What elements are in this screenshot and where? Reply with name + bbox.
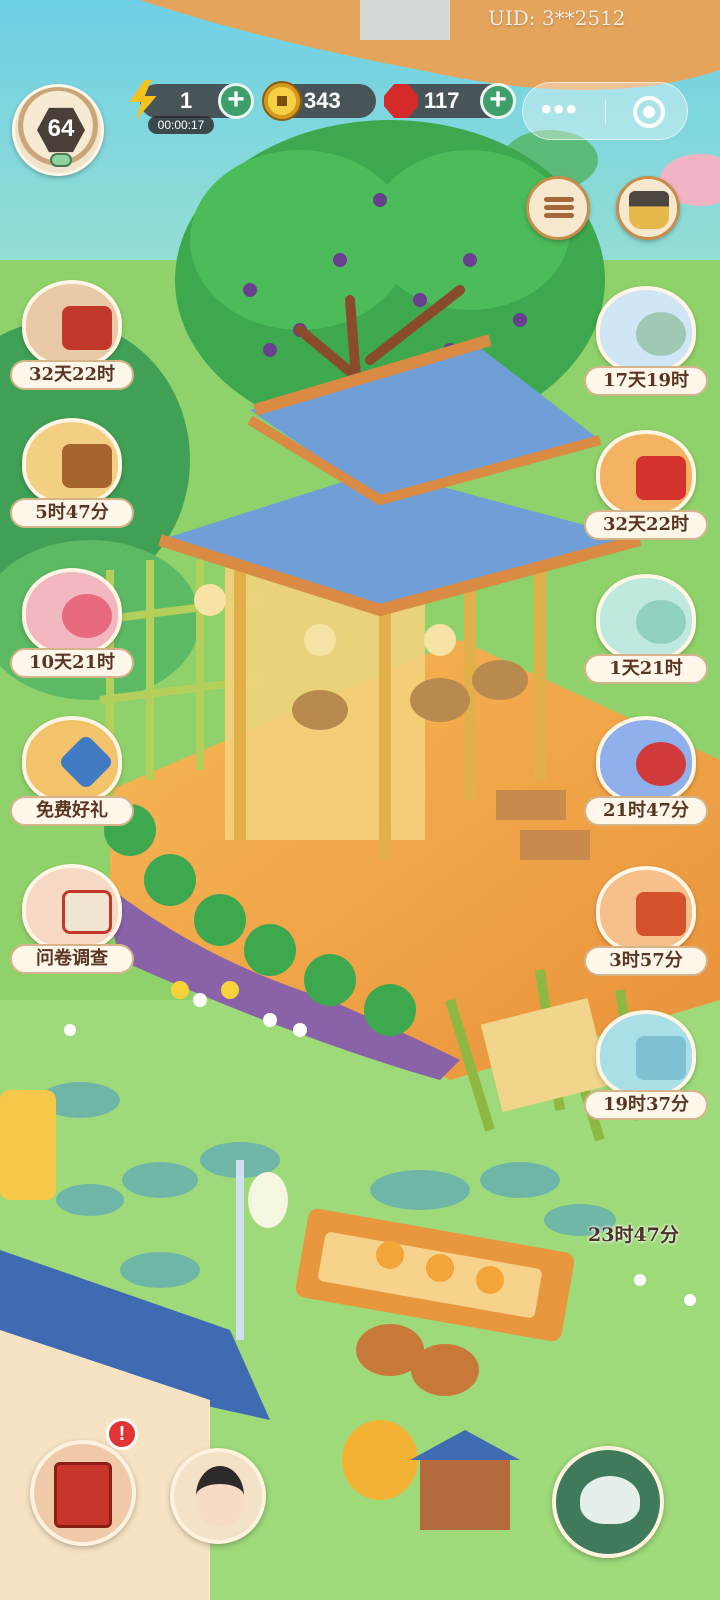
ruby-value: 117: [424, 88, 460, 113]
task-list-button[interactable]: [526, 176, 590, 240]
add-energy-button[interactable]: +: [218, 83, 254, 119]
event-peony-fan[interactable]: 10天21时: [10, 568, 138, 688]
event-cat-gift[interactable]: 19时37分: [584, 1010, 712, 1130]
event-survey-label: 问卷调查: [10, 944, 134, 974]
event-art: [22, 716, 122, 804]
event-timer-label: 5时47分: [10, 498, 134, 528]
event-banquet[interactable]: 3时57分: [584, 866, 712, 986]
event-art: [22, 864, 122, 952]
event-cat-cloud[interactable]: 17天19时: [584, 286, 712, 406]
character-avatar-button[interactable]: [170, 1448, 266, 1544]
event-timer-label: 10天21时: [10, 648, 134, 678]
event-timer-label: 32天22时: [584, 510, 708, 540]
event-art: [596, 716, 696, 804]
event-art: [22, 568, 122, 656]
event-coin-chest[interactable]: 5时47分: [10, 418, 138, 538]
level-badge[interactable]: 64: [12, 84, 104, 176]
teapot-icon: [580, 1476, 640, 1524]
event-art: [22, 418, 122, 506]
event-timer-label: 21时47分: [584, 796, 708, 826]
coin-value: 343: [304, 88, 341, 113]
event-art: [596, 286, 696, 374]
event-art: [596, 866, 696, 954]
event-newyear-calligraphy[interactable]: 32天22时: [10, 280, 138, 400]
level-number: 64: [47, 115, 75, 142]
event-free-gift-label: 免费好礼: [10, 796, 134, 826]
event-timer-label: 19时37分: [584, 1090, 708, 1120]
more-dots-icon[interactable]: •••: [541, 93, 579, 127]
book-button[interactable]: [30, 1440, 136, 1546]
event-cat-coins[interactable]: 1天21时: [584, 574, 712, 694]
event-art: [596, 574, 696, 662]
uid-label: UID: 3**2512: [488, 6, 626, 30]
event-art: [22, 280, 122, 368]
list-icon: [544, 194, 574, 224]
system-capsule: •••: [522, 82, 688, 140]
shop-button[interactable]: [616, 176, 680, 240]
event-art: [596, 430, 696, 518]
coin-icon: [262, 81, 302, 121]
event-timer-label: 17天19时: [584, 366, 708, 396]
event-timer-label: 32天22时: [10, 360, 134, 390]
event-red-fan[interactable]: 21时47分: [584, 716, 712, 836]
event-red-envelope[interactable]: 32天22时: [584, 430, 712, 550]
target-icon[interactable]: [633, 96, 665, 128]
building-timer: 23时47分: [588, 1224, 679, 1246]
avatar: [196, 1466, 244, 1526]
event-survey[interactable]: 问卷调查: [10, 864, 138, 984]
event-timer-label: 1天21时: [584, 654, 708, 684]
event-timer-label: 3时57分: [584, 946, 708, 976]
event-art: [596, 1010, 696, 1098]
gem-icon: [50, 153, 72, 167]
energy-timer: 00:00:17: [148, 116, 214, 134]
add-ruby-button[interactable]: +: [480, 83, 516, 119]
book-icon: [54, 1462, 112, 1528]
event-free-gift[interactable]: 免费好礼: [10, 716, 138, 836]
notification-badge: !: [106, 1418, 138, 1450]
shop-icon: [629, 191, 669, 229]
teapot-button[interactable]: [552, 1446, 664, 1558]
capsule-divider: [605, 99, 606, 125]
energy-value: 1: [180, 88, 193, 113]
